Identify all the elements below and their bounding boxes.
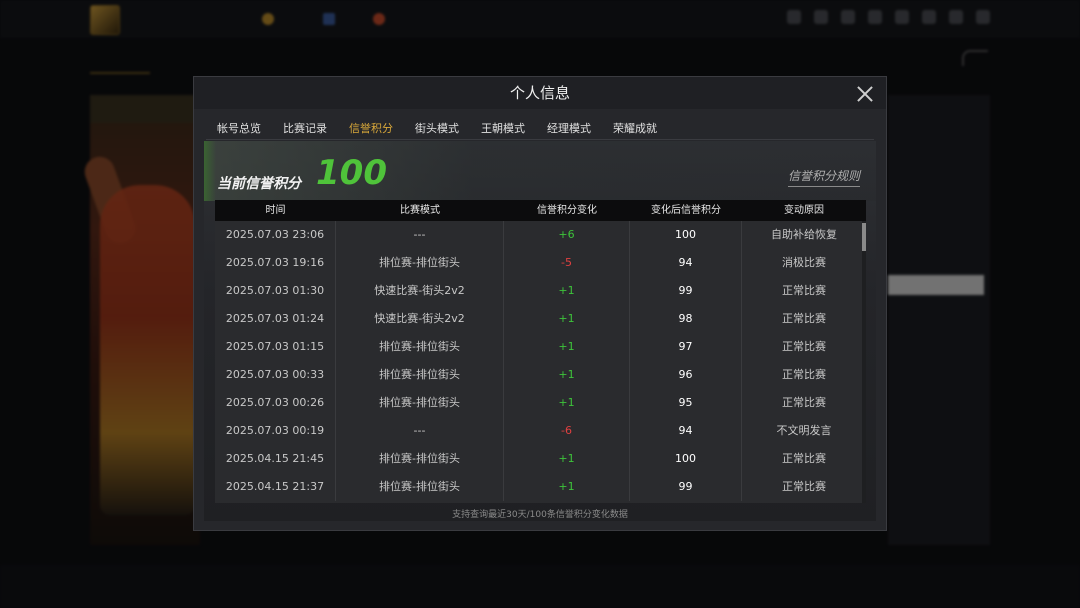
cell-after: 98 (630, 305, 742, 333)
table-scrollbar[interactable] (862, 221, 866, 503)
cell-time: 2025.04.15 21:37 (215, 473, 336, 501)
cell-mode: 排位赛-排位街头 (336, 249, 504, 277)
cell-reason: 自助补给恢复 (771, 228, 837, 241)
cell-reason: 正常比赛 (782, 284, 826, 297)
cell-time: 2025.07.03 01:15 (215, 333, 336, 361)
cell-time: 2025.07.03 00:19 (215, 417, 336, 445)
cell-mode: --- (336, 417, 504, 445)
cell-mode: 排位赛-排位街头 (336, 473, 504, 501)
cell-time: 2025.07.03 01:24 (215, 305, 336, 333)
cell-reason: 正常比赛 (782, 340, 826, 353)
cell-change: +1 (504, 445, 630, 473)
cell-reason: 不文明发言 (776, 424, 832, 437)
score-label: 当前信誉积分 (217, 176, 301, 192)
column-header: 时间 (265, 205, 286, 216)
cell-change: +1 (504, 277, 630, 305)
cell-change: -5 (504, 249, 630, 277)
cell-reason: 正常比赛 (782, 368, 826, 381)
cell-mode: 排位赛-排位街头 (336, 389, 504, 417)
cell-change: -6 (504, 417, 630, 445)
cell-after: 100 (630, 221, 742, 249)
credit-history-table: 时间 比赛模式 信誉积分变化 变化后信誉积分 变动原因 2025.07.03 2… (215, 200, 866, 503)
cell-change: +1 (504, 333, 630, 361)
column-header: 信誉积分变化 (537, 205, 597, 216)
cell-mode: 排位赛-排位街头 (336, 445, 504, 473)
table-header: 时间 比赛模式 信誉积分变化 变化后信誉积分 变动原因 (215, 200, 866, 221)
cell-change: +6 (504, 221, 630, 249)
cell-mode: 排位赛-排位街头 (336, 333, 504, 361)
table-row: 2025.07.03 00:33 排位赛-排位街头 +1 96 正常比赛 (215, 361, 866, 389)
cell-reason: 正常比赛 (782, 396, 826, 409)
modal-title: 个人信息 (194, 77, 886, 109)
cell-mode: 排位赛-排位街头 (336, 361, 504, 389)
cell-mode: 快速比赛-街头2v2 (336, 305, 504, 333)
close-icon[interactable] (854, 83, 876, 105)
credit-rules-link[interactable]: 信誉积分规则 (787, 167, 860, 187)
cell-reason: 正常比赛 (782, 480, 826, 493)
table-row: 2025.04.15 21:37 排位赛-排位街头 +1 99 正常比赛 (215, 473, 866, 501)
table-row: 2025.07.03 00:19 --- -6 94 不文明发言 (215, 417, 866, 445)
cell-mode: 快速比赛-街头2v2 (336, 277, 504, 305)
personal-info-modal: 个人信息 帐号总览 比赛记录 信誉积分 街头模式 王朝模式 经理模式 荣耀成就 … (193, 76, 887, 531)
cell-after: 95 (630, 389, 742, 417)
tab-divider (206, 139, 874, 140)
cell-time: 2025.07.03 01:30 (215, 277, 336, 305)
cell-reason: 正常比赛 (782, 452, 826, 465)
column-header: 比赛模式 (400, 205, 440, 216)
table-row: 2025.07.03 00:26 排位赛-排位街头 +1 95 正常比赛 (215, 389, 866, 417)
cell-after: 99 (630, 473, 742, 501)
cell-mode: --- (336, 221, 504, 249)
table-row: 2025.07.03 19:16 排位赛-排位街头 -5 94 消极比赛 (215, 249, 866, 277)
cell-change: +1 (504, 361, 630, 389)
scrollbar-thumb[interactable] (862, 223, 866, 251)
cell-time: 2025.07.03 00:33 (215, 361, 336, 389)
cell-after: 96 (630, 361, 742, 389)
cell-time: 2025.04.15 21:45 (215, 445, 336, 473)
table-row: 2025.07.03 01:30 快速比赛-街头2v2 +1 99 正常比赛 (215, 277, 866, 305)
table-row: 2025.07.03 23:06 --- +6 100 自助补给恢复 (215, 221, 866, 249)
score-value: 100 (316, 153, 387, 193)
table-row: 2025.07.03 01:15 排位赛-排位街头 +1 97 正常比赛 (215, 333, 866, 361)
cell-reason: 消极比赛 (782, 256, 826, 269)
credit-score-panel: 当前信誉积分 100 信誉积分规则 时间 比赛模式 信誉积分变化 变化后信誉积分… (204, 141, 876, 521)
cell-after: 99 (630, 277, 742, 305)
cell-change: +1 (504, 473, 630, 501)
cell-time: 2025.07.03 23:06 (215, 221, 336, 249)
cell-change: +1 (504, 305, 630, 333)
query-footnote: 支持查询最近30天/100条信誉积分变化数据 (452, 510, 628, 520)
table-row: 2025.07.03 01:24 快速比赛-街头2v2 +1 98 正常比赛 (215, 305, 866, 333)
cell-after: 100 (630, 445, 742, 473)
column-header: 变动原因 (784, 205, 824, 216)
cell-after: 94 (630, 249, 742, 277)
cell-after: 94 (630, 417, 742, 445)
cell-time: 2025.07.03 19:16 (215, 249, 336, 277)
column-header: 变化后信誉积分 (651, 205, 721, 216)
table-row: 2025.04.15 21:45 排位赛-排位街头 +1 100 正常比赛 (215, 445, 866, 473)
cell-time: 2025.07.03 00:26 (215, 389, 336, 417)
table-body[interactable]: 2025.07.03 23:06 --- +6 100 自助补给恢复 2025.… (215, 221, 866, 503)
cell-change: +1 (504, 389, 630, 417)
cell-reason: 正常比赛 (782, 312, 826, 325)
cell-after: 97 (630, 333, 742, 361)
